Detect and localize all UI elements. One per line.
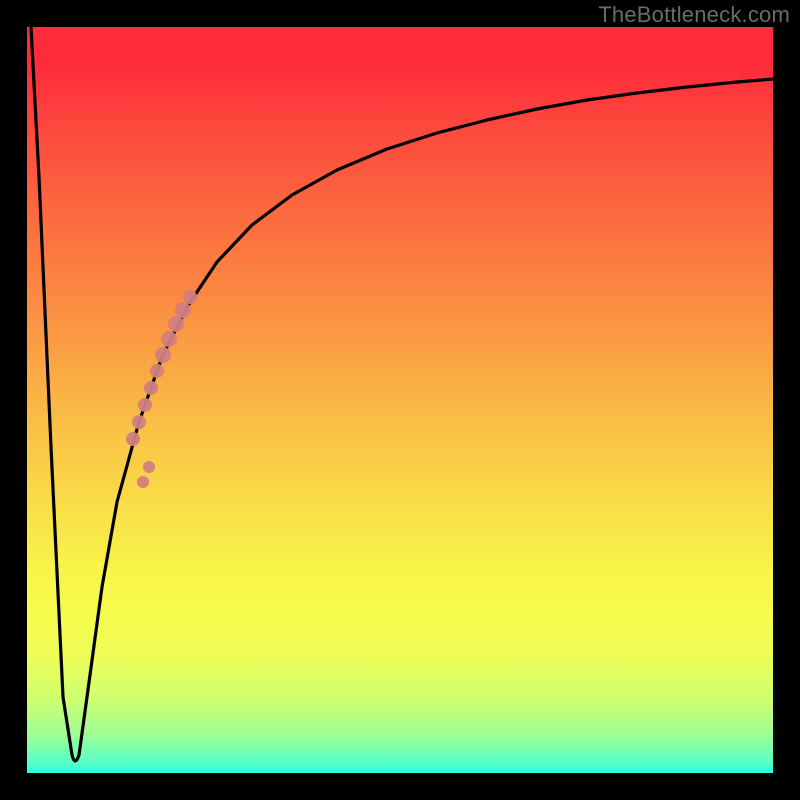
watermark-text: TheBottleneck.com	[598, 2, 790, 28]
bottleneck-curve	[31, 27, 773, 761]
curve-layer	[27, 27, 773, 773]
marker-band	[126, 290, 197, 488]
plot-area	[27, 27, 773, 773]
chart-frame: TheBottleneck.com	[0, 0, 800, 800]
